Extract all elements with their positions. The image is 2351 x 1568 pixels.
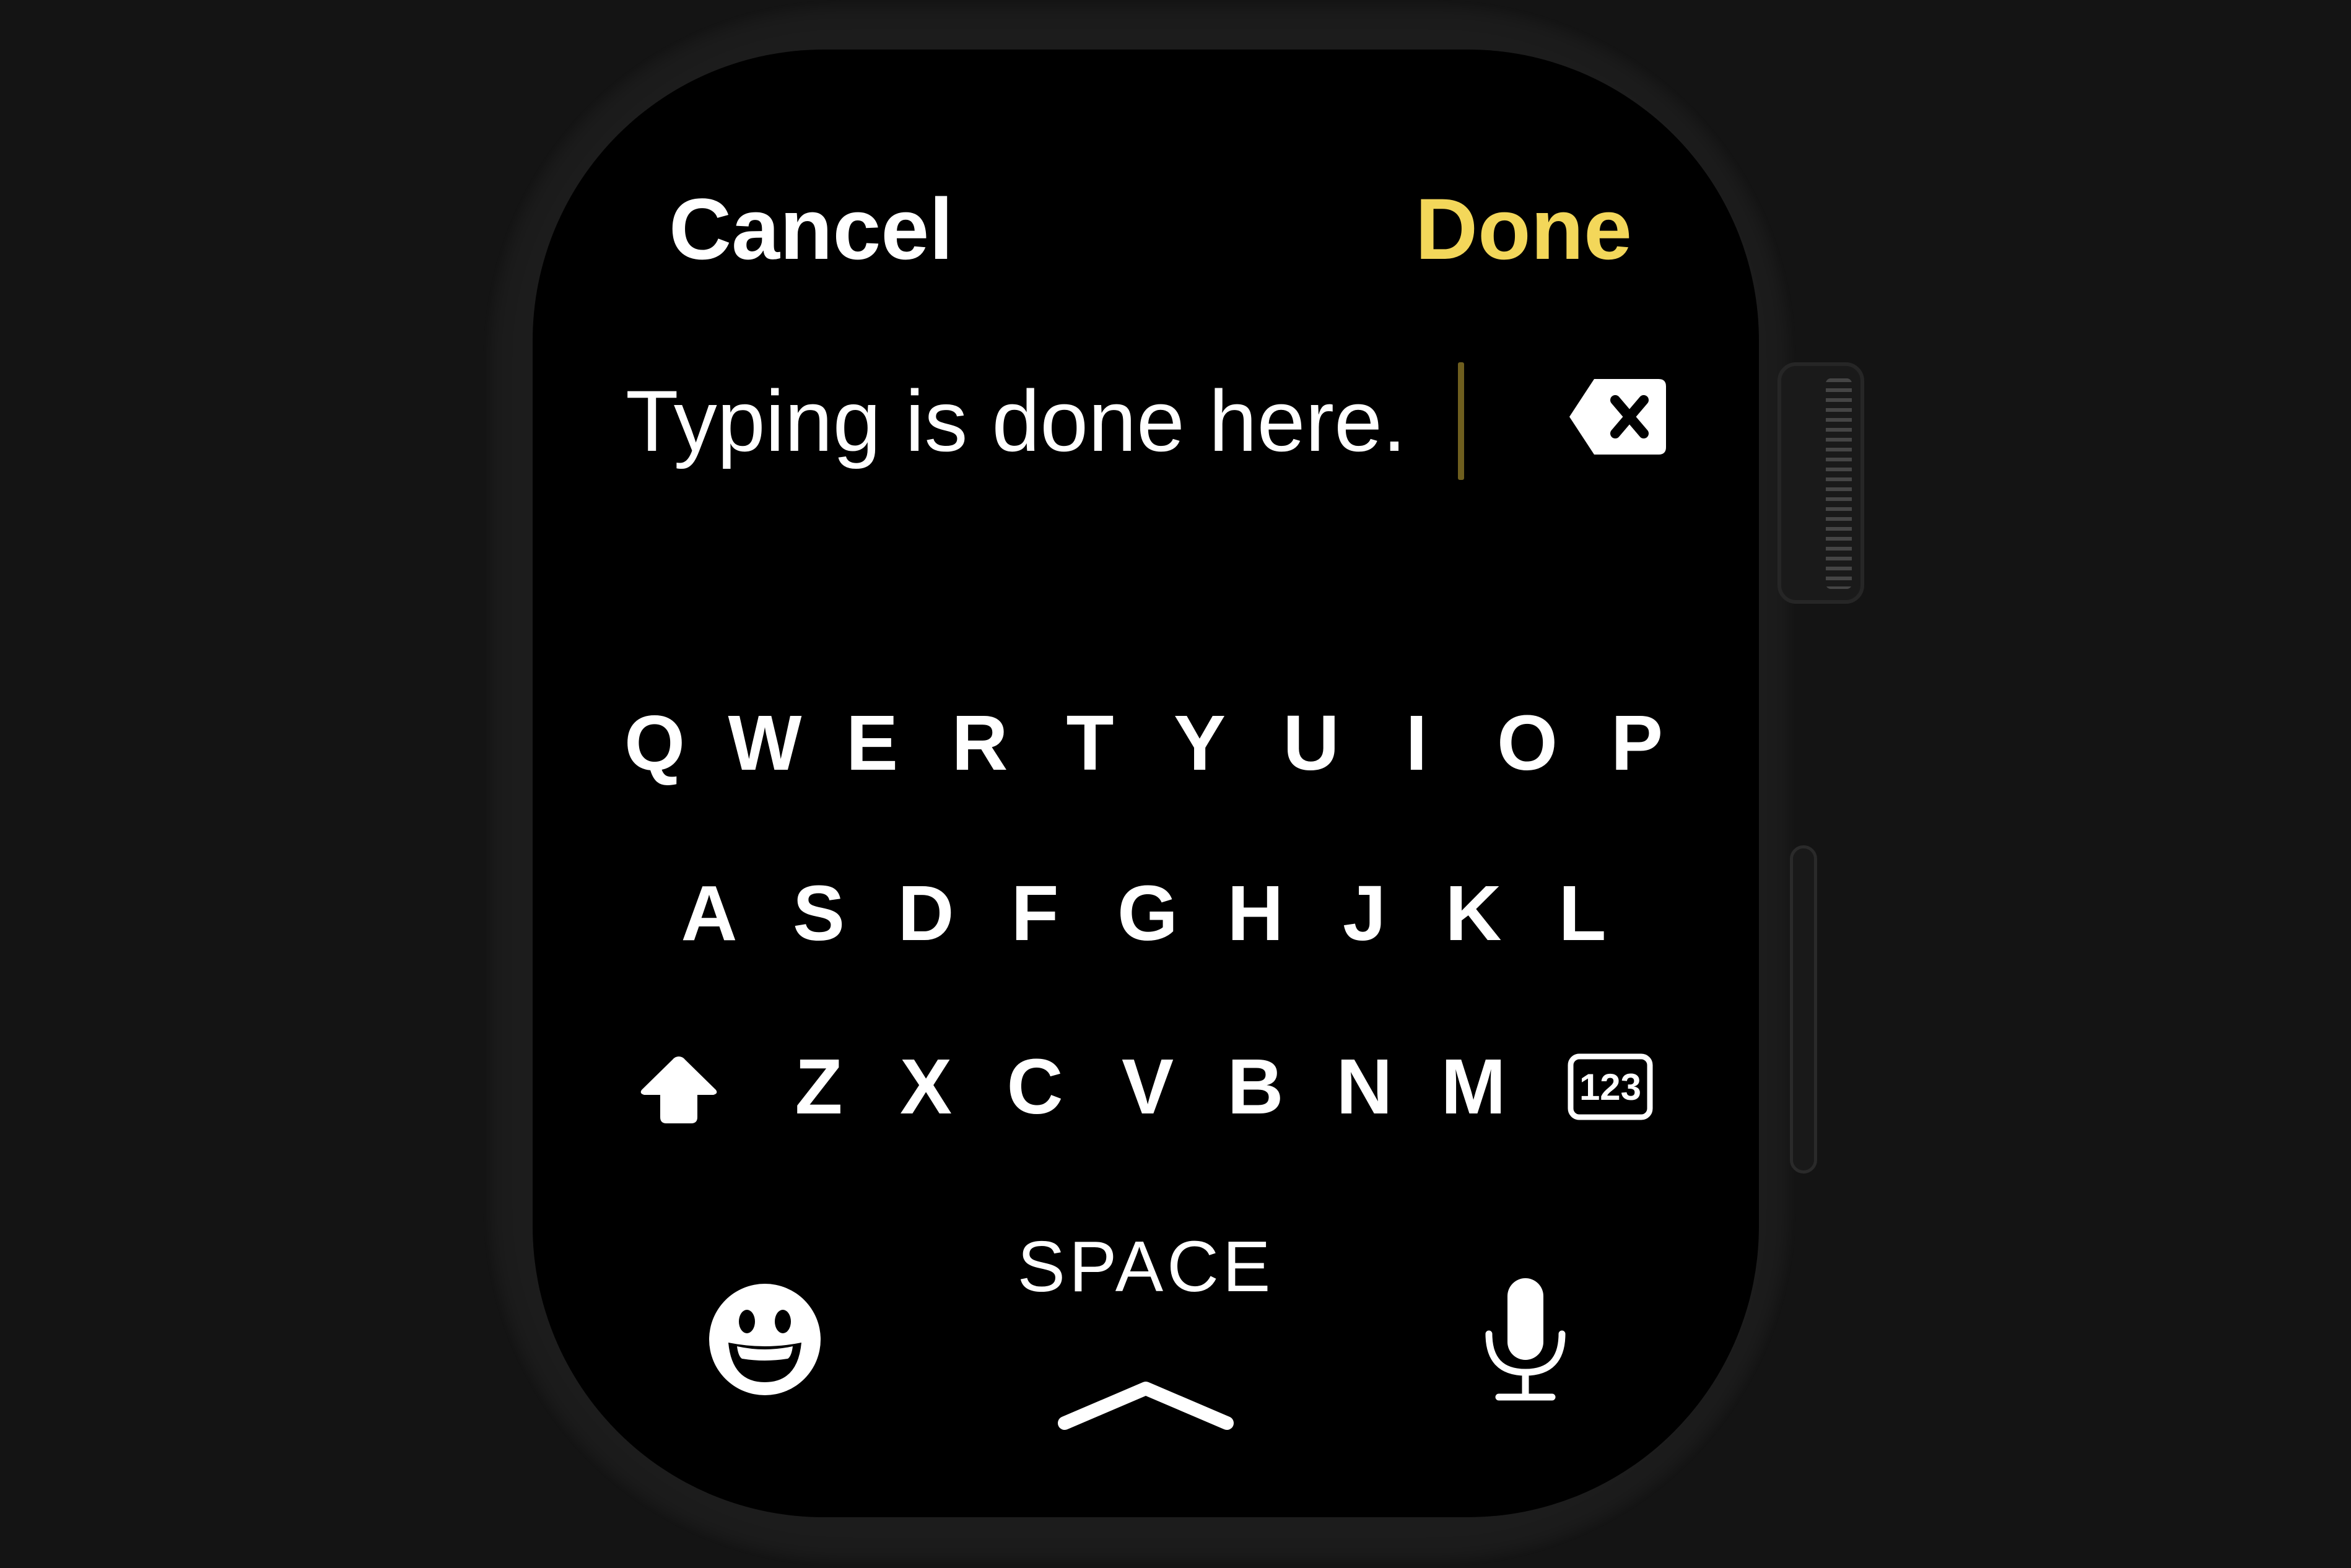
numbers-key-icon: 123 bbox=[1568, 1053, 1653, 1120]
cancel-button[interactable]: Cancel bbox=[669, 180, 953, 279]
key-c[interactable]: C bbox=[998, 1040, 1072, 1133]
numbers-key-label: 123 bbox=[1579, 1066, 1641, 1108]
key-z[interactable]: Z bbox=[782, 1040, 856, 1133]
key-e[interactable]: E bbox=[835, 697, 909, 790]
key-u[interactable]: U bbox=[1274, 697, 1348, 790]
space-label[interactable]: SPACE bbox=[991, 1223, 1301, 1310]
key-w[interactable]: W bbox=[728, 697, 802, 790]
shift-button[interactable] bbox=[635, 1053, 722, 1127]
dictation-button[interactable] bbox=[1479, 1274, 1572, 1405]
emoji-button[interactable] bbox=[707, 1282, 822, 1397]
key-n[interactable]: N bbox=[1327, 1040, 1402, 1133]
key-d[interactable]: D bbox=[889, 867, 963, 960]
text-input-field[interactable]: Typing is done here. bbox=[626, 362, 1493, 480]
key-g[interactable]: G bbox=[1110, 867, 1185, 960]
key-h[interactable]: H bbox=[1218, 867, 1293, 960]
chevron-up-icon bbox=[1058, 1382, 1234, 1430]
key-k[interactable]: K bbox=[1436, 867, 1511, 960]
key-b[interactable]: B bbox=[1218, 1040, 1293, 1133]
key-a[interactable]: A bbox=[672, 867, 746, 960]
key-p[interactable]: P bbox=[1600, 697, 1674, 790]
delete-backward-icon bbox=[1569, 379, 1666, 455]
key-l[interactable]: L bbox=[1545, 867, 1620, 960]
watch-stage: Cancel Done Typing is done here. Q W E R… bbox=[0, 0, 2351, 1568]
key-q[interactable]: Q bbox=[617, 697, 692, 790]
numbers-button[interactable]: 123 bbox=[1567, 1053, 1654, 1121]
shift-icon bbox=[640, 1056, 717, 1123]
key-j[interactable]: J bbox=[1327, 867, 1402, 960]
key-m[interactable]: M bbox=[1436, 1040, 1511, 1133]
delete-button[interactable] bbox=[1567, 377, 1668, 457]
key-i[interactable]: I bbox=[1379, 697, 1454, 790]
microphone-icon bbox=[1485, 1278, 1566, 1401]
key-f[interactable]: F bbox=[998, 867, 1072, 960]
key-r[interactable]: R bbox=[943, 697, 1017, 790]
digital-crown[interactable] bbox=[1777, 362, 1864, 604]
space-button[interactable] bbox=[1056, 1369, 1236, 1437]
text-cursor bbox=[1458, 362, 1464, 480]
key-x[interactable]: X bbox=[889, 1040, 963, 1133]
emoji-icon bbox=[709, 1284, 821, 1395]
key-y[interactable]: Y bbox=[1162, 697, 1237, 790]
done-button[interactable]: Done bbox=[1415, 180, 1632, 279]
key-o[interactable]: O bbox=[1490, 697, 1564, 790]
key-t[interactable]: T bbox=[1053, 697, 1127, 790]
key-s[interactable]: S bbox=[782, 867, 856, 960]
key-v[interactable]: V bbox=[1110, 1040, 1185, 1133]
crown-ridges bbox=[1826, 378, 1852, 589]
side-button[interactable] bbox=[1790, 845, 1817, 1174]
